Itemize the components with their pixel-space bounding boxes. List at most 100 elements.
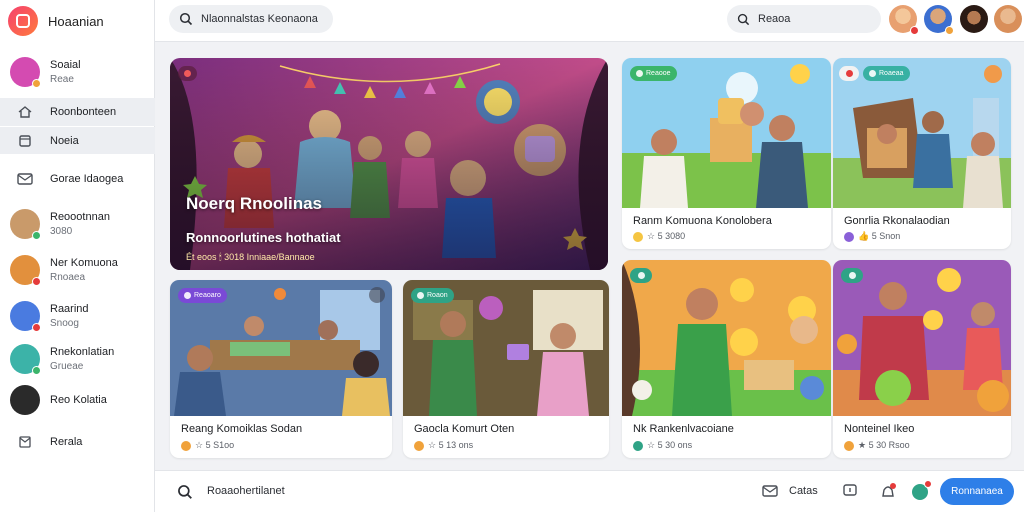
sidebar-item-label: Ner Komuona — [50, 257, 118, 269]
avatar[interactable] — [994, 5, 1022, 33]
search-icon — [179, 12, 193, 26]
post-image — [622, 260, 831, 416]
post-title: Nk Rankenlvacoiane — [633, 423, 734, 435]
avatar — [10, 301, 41, 332]
sidebar-item-contact[interactable]: Raarind Snoog — [0, 299, 155, 333]
search-input[interactable]: Nlaonnalstas Keonaona — [169, 5, 333, 33]
reaction-icon — [844, 231, 854, 242]
sidebar-item-messages[interactable]: Gorae Idaogea — [0, 164, 155, 194]
primary-action-button[interactable]: Ronnanaea — [940, 478, 1014, 505]
post-title: Nonteinel Ikeo — [844, 423, 915, 435]
post-card[interactable]: Nonteinel Ikeo ★ 5 30 Rsoo — [833, 260, 1011, 458]
avatar[interactable] — [889, 5, 919, 35]
sidebar-item-label: Noeia — [50, 134, 79, 147]
inbox-icon — [10, 427, 40, 457]
avatar — [10, 385, 40, 415]
sidebar-item-home[interactable]: Roonbonteen — [0, 98, 155, 126]
post-meta-text: ☆ 5 13 ons — [428, 440, 474, 450]
post-card[interactable]: Nk Rankenlvacoiane ☆ 5 30 ons — [622, 260, 831, 458]
composer-input[interactable]: Roaaohertilanet — [207, 485, 285, 497]
post-meta: ☆ 5 30 ons — [633, 440, 692, 451]
search-icon — [737, 13, 750, 25]
badge-label: Reaooe — [646, 70, 671, 77]
catalog-link[interactable]: Catas — [789, 485, 818, 497]
brand[interactable]: Hoaanian — [8, 6, 104, 36]
sidebar-item-label: Reoootnnan — [50, 211, 110, 223]
post-meta: ☆ 5 S1oo — [181, 440, 234, 451]
chat-icon[interactable] — [841, 482, 859, 500]
search-text: Reaoa — [758, 13, 791, 25]
category-badge: Roaeaa — [863, 66, 910, 81]
post-meta: 👍 5 Snon — [844, 231, 900, 242]
sidebar-item-contact[interactable]: Reoootnnan 3080 — [0, 207, 155, 241]
avatar[interactable] — [924, 5, 954, 35]
sidebar-item-contact[interactable]: Ner Komuona Rnoaea — [0, 253, 155, 287]
post-card[interactable]: Roaon Gaocla Komurt Oten ☆ 5 13 ons — [403, 280, 609, 458]
featured-meta: Ét eoos 🕯 3018 Inniaae/Bannaoe — [186, 252, 315, 262]
search-icon — [178, 485, 192, 499]
sidebar-item-label: Gorae Idaogea — [50, 173, 124, 185]
sidebar: Hoaanian Soaial Reae Roonbonteen Noeia Go… — [0, 0, 155, 512]
avatar — [10, 57, 41, 88]
top-bar: Nlaonnalstas Keonaona Reaoa — [155, 0, 1024, 42]
post-meta: ☆ 5 3080 — [633, 231, 685, 242]
icon-badge — [839, 66, 859, 81]
sidebar-item-contact[interactable]: Reo Kolatia — [0, 383, 155, 417]
sidebar-item-news[interactable]: Noeia — [0, 127, 155, 154]
status-icon[interactable] — [912, 480, 932, 500]
sidebar-item-sub: Grueae — [50, 361, 84, 372]
sidebar-item-label: Soaial — [50, 59, 81, 71]
badge-label: Roaeaa — [879, 70, 904, 77]
post-meta-text: ★ 5 30 Rsoo — [858, 440, 910, 450]
reaction-icon — [633, 231, 643, 242]
avatar — [10, 255, 41, 286]
post-card[interactable]: Roaeaa Gonrlia Rkonalaodian 👍 5 Snon — [833, 58, 1011, 249]
composer-bar: Roaaohertilanet Catas Ronnanaea — [155, 470, 1024, 512]
category-badge: Roaon — [411, 288, 454, 303]
reaction-icon — [414, 440, 424, 451]
post-meta-text: ☆ 5 S1oo — [195, 440, 235, 450]
bookmark-icon — [10, 126, 40, 156]
sidebar-item-label: Rerala — [50, 436, 83, 448]
reaction-icon — [844, 440, 854, 451]
post-meta-text: ☆ 5 3080 — [647, 231, 686, 241]
notification-icon[interactable] — [879, 482, 897, 500]
sidebar-item-contact[interactable]: Rnekonlatian Grueae — [0, 342, 155, 376]
post-title: Reang Komoiklas Sodan — [181, 423, 303, 435]
sidebar-item-inbox[interactable]: Rerala — [0, 428, 155, 456]
category-badge: Reaoaro — [178, 288, 227, 303]
mail-icon[interactable] — [761, 482, 779, 500]
avatar — [10, 209, 41, 240]
category-badge — [841, 268, 863, 283]
sidebar-item-sub: Rnoaea — [50, 272, 86, 283]
post-card[interactable]: Reaooe Ranm Komuona Konolobera ☆ 5 3080 — [622, 58, 831, 249]
home-icon — [10, 97, 40, 127]
sidebar-item-profile[interactable]: Soaial Reae — [0, 55, 155, 89]
secondary-search-input[interactable]: Reaoa — [727, 5, 881, 33]
sidebar-item-label: Roonbonteen — [50, 106, 117, 118]
post-title: Gaocla Komurt Oten — [414, 423, 515, 435]
category-badge — [630, 268, 652, 283]
badge-label: Roaon — [427, 292, 448, 299]
avatar — [10, 344, 41, 375]
sidebar-item-sub: Reae — [50, 74, 74, 85]
sidebar-item-label: Reo Kolatia — [50, 394, 107, 406]
post-card[interactable]: Reaoaro Reang Komoiklas Sodan ☆ 5 S1oo — [170, 280, 392, 458]
category-badge: Reaooe — [630, 66, 677, 81]
app-name: Hoaanian — [48, 13, 104, 29]
badge-label: Reaoaro — [194, 292, 221, 299]
sidebar-item-label: Rnekonlatian — [50, 346, 115, 358]
post-meta-text: 👍 5 Snon — [858, 231, 901, 241]
reaction-icon — [633, 440, 643, 451]
post-meta: ★ 5 30 Rsoo — [844, 440, 910, 451]
post-image — [833, 260, 1011, 416]
sidebar-item-sub: 3080 — [50, 226, 73, 237]
more-icon[interactable] — [369, 287, 385, 303]
sidebar-item-label: Raarind — [50, 303, 89, 315]
reaction-icon — [181, 440, 191, 451]
avatar[interactable] — [960, 5, 988, 33]
post-title: Gonrlia Rkonalaodian — [844, 215, 950, 227]
featured-subtitle: Ronnoorlutines hothatiat — [186, 230, 341, 245]
featured-card[interactable]: Noerq Rnoolinas Ronnoorlutines hothatiat… — [170, 58, 608, 270]
app-logo-icon — [8, 6, 38, 36]
